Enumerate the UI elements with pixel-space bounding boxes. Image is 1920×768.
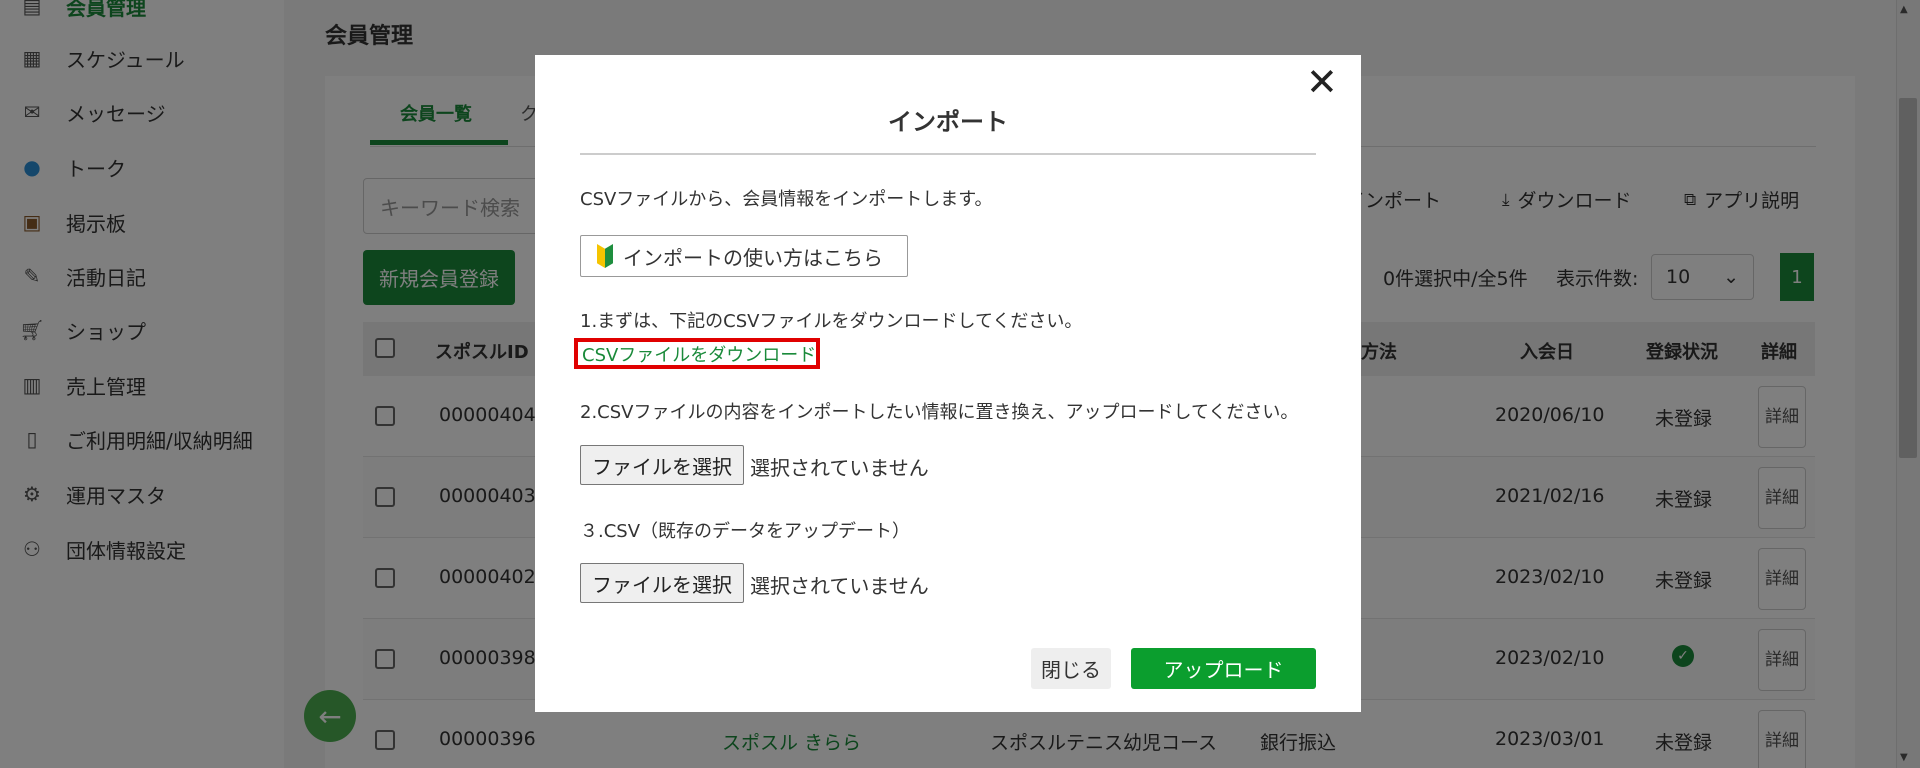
step3-text: ３.CSV（既存のデータをアップデート） — [580, 521, 911, 542]
step2-text: 2.CSVファイルの内容をインポートしたい情報に置き換え、アップロードしてくださ… — [580, 402, 1299, 423]
file-status-2: 選択されていません — [750, 574, 929, 598]
howto-button-label: インポートの使い方はこちら — [623, 245, 883, 270]
howto-button[interactable]: インポートの使い方はこちら — [580, 235, 908, 277]
close-button[interactable]: 閉じる — [1031, 648, 1111, 689]
dialog-title: インポート — [888, 108, 1008, 136]
file-select-button-2[interactable]: ファイルを選択 — [580, 563, 744, 603]
close-icon[interactable]: ✕ — [1306, 62, 1338, 102]
file-status-1: 選択されていません — [750, 456, 929, 480]
step1-text: 1.まずは、下記のCSVファイルをダウンロードしてください。 — [580, 311, 1083, 332]
dialog-intro-text: CSVファイルから、会員情報をインポートします。 — [580, 189, 993, 210]
beginner-mark-icon — [597, 244, 613, 268]
dialog-divider — [580, 153, 1316, 155]
upload-button[interactable]: アップロード — [1131, 648, 1316, 689]
csv-download-link[interactable]: CSVファイルをダウンロード — [574, 338, 820, 369]
file-select-button-1[interactable]: ファイルを選択 — [580, 445, 744, 485]
